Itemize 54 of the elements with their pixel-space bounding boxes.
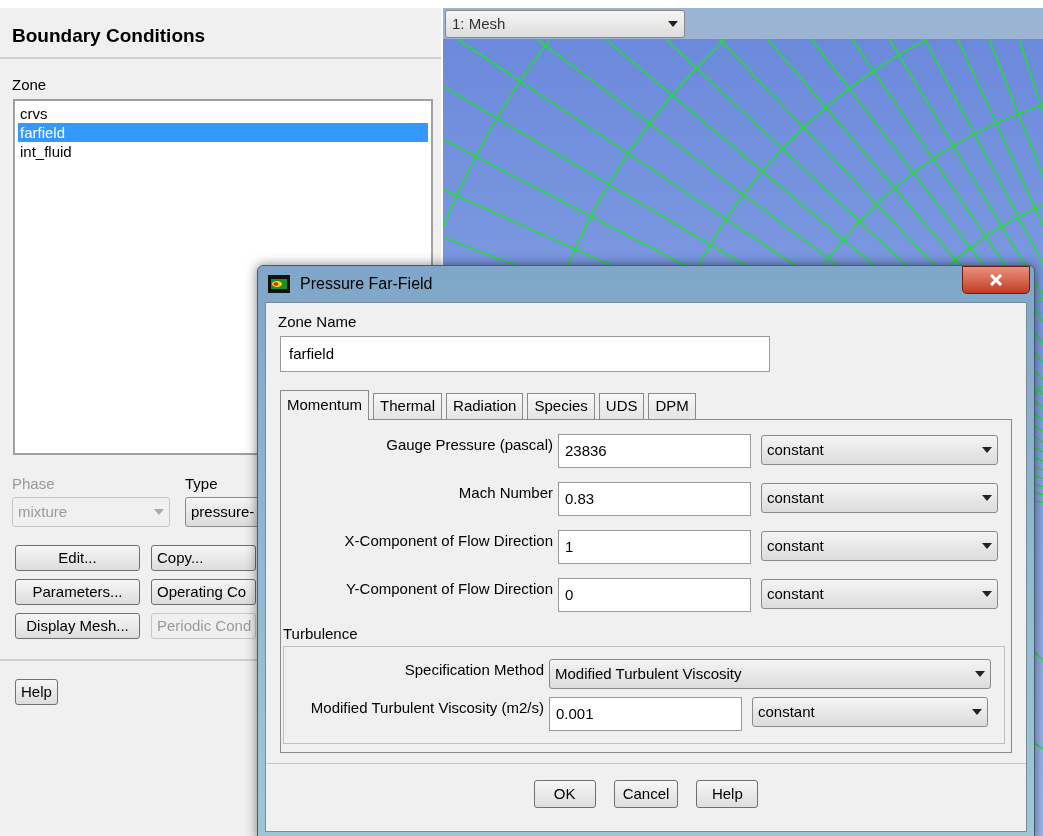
caret-icon: [975, 671, 985, 677]
zone-name-label: Zone Name: [278, 313, 357, 330]
dialog-button[interactable]: Cancel: [613, 780, 679, 808]
method-dropdown[interactable]: constant: [761, 531, 998, 561]
caret-icon: [668, 21, 678, 27]
caret-icon: [154, 509, 164, 515]
method-dropdown[interactable]: constant: [761, 483, 998, 513]
caret-icon: [982, 447, 992, 453]
method-dropdown[interactable]: constant: [752, 697, 988, 727]
panel-button[interactable]: Edit...: [15, 545, 140, 571]
help-button[interactable]: Help: [15, 679, 58, 705]
tab[interactable]: Momentum: [280, 390, 370, 420]
value-field[interactable]: 0.001: [549, 697, 742, 731]
spec-dropdown[interactable]: Modified Turbulent Viscosity: [549, 659, 991, 689]
panel-button[interactable]: Copy...: [151, 545, 256, 571]
type-label: Type: [185, 473, 219, 494]
phase-label: Phase: [12, 473, 56, 494]
method-dropdown[interactable]: constant: [761, 579, 998, 609]
view-dropdown[interactable]: 1: Mesh: [445, 10, 685, 38]
value-field[interactable]: 1: [558, 530, 751, 564]
field-label: Y-Component of Flow Direction: [344, 579, 554, 599]
value-field[interactable]: 0.83: [558, 482, 751, 516]
field-label: Mach Number: [457, 483, 554, 503]
zone-item[interactable]: int_fluid: [18, 141, 428, 161]
tab[interactable]: DPM: [648, 393, 696, 419]
field-label: Specification Method: [403, 660, 545, 680]
panel-button[interactable]: Parameters...: [15, 579, 140, 605]
tab[interactable]: Radiation: [446, 393, 524, 419]
zone-item[interactable]: crvs: [18, 103, 428, 123]
panel-button[interactable]: Operating Co: [151, 579, 256, 605]
dialog-button[interactable]: Help: [696, 780, 759, 808]
zone-label: Zone: [12, 75, 47, 93]
value-field[interactable]: 23836: [558, 434, 751, 468]
field-label: Gauge Pressure (pascal): [385, 435, 554, 455]
caret-icon: [982, 591, 992, 597]
caret-icon: [982, 543, 992, 549]
panel-button[interactable]: Display Mesh...: [15, 613, 140, 639]
group-title: Turbulence: [283, 625, 358, 642]
close-button[interactable]: [962, 266, 1030, 294]
tab[interactable]: Species: [527, 393, 595, 419]
dialog-button[interactable]: OK: [533, 780, 596, 808]
caret-icon: [972, 709, 982, 715]
app-icon: [268, 275, 290, 293]
dialog-title: Pressure Far-Field: [300, 274, 433, 294]
field-label: Modified Turbulent Viscosity (m2/s): [309, 698, 545, 718]
method-dropdown[interactable]: constant: [761, 435, 998, 465]
tab[interactable]: Thermal: [373, 393, 443, 419]
zone-name-field[interactable]: farfield: [280, 336, 770, 372]
field-label: X-Component of Flow Direction: [343, 531, 554, 551]
close-icon: [989, 274, 1003, 286]
tab[interactable]: UDS: [598, 393, 645, 419]
panel-title: Boundary Conditions: [12, 25, 206, 46]
caret-icon: [982, 495, 992, 501]
value-field[interactable]: 0: [558, 578, 751, 612]
